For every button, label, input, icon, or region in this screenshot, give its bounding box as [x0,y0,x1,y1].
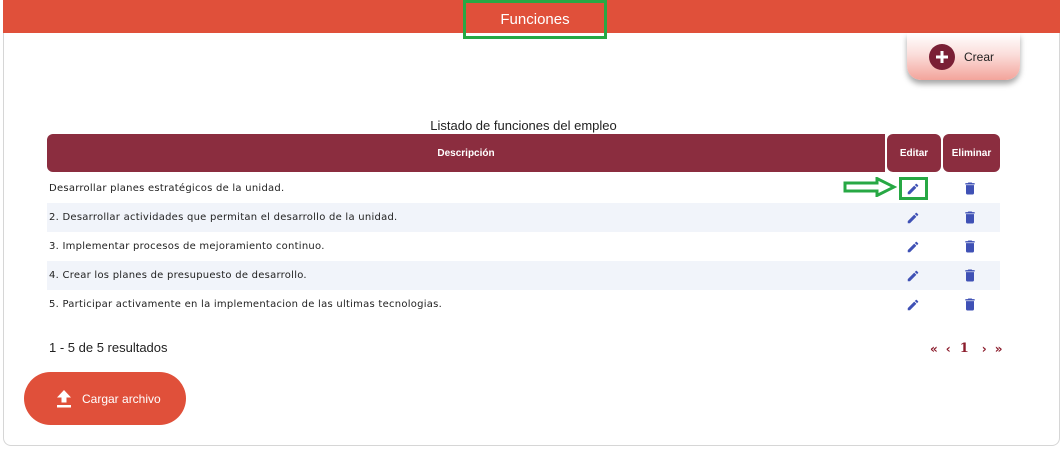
delete-cell [941,232,998,261]
arrow-right-icon [843,176,898,202]
edit-cell [885,203,941,232]
upload-file-button[interactable]: Cargar archivo [24,372,186,425]
row-description: 2. Desarrollar actividades que permitan … [49,212,398,223]
column-header-delete: Eliminar [943,134,1000,172]
edit-cell [885,232,941,261]
table-row: 2. Desarrollar actividades que permitan … [47,203,1000,232]
last-page-button[interactable]: » [995,342,1003,356]
header-title-highlight: Funciones [463,0,607,39]
trash-icon[interactable] [962,208,978,227]
pencil-icon[interactable] [906,182,920,196]
delete-cell [941,174,998,203]
upload-icon [56,389,72,408]
create-button-label: Crear [964,49,995,64]
pencil-icon[interactable] [906,211,920,225]
page-title: Funciones [500,11,570,28]
create-button[interactable]: Crear [907,33,1020,80]
trash-icon[interactable] [962,295,978,314]
prev-page-button[interactable]: ‹ [946,342,951,356]
table-row: 3. Implementar procesos de mejoramiento … [47,232,1000,261]
table-row: 5. Participar activamente en la implemen… [47,290,1000,319]
trash-icon[interactable] [962,237,978,256]
column-header-edit: Editar [887,134,941,172]
delete-cell [941,261,998,290]
current-page-number[interactable]: 1 [960,341,969,356]
delete-cell [941,290,998,319]
pencil-icon[interactable] [906,298,920,312]
pencil-icon[interactable] [906,269,920,283]
edit-cell [885,261,941,290]
first-page-button[interactable]: « [930,342,938,356]
table-title: Listado de funciones del empleo [430,118,617,133]
pencil-icon[interactable] [906,240,920,254]
edit-cell [885,290,941,319]
row-description: Desarrollar planes estratégicos de la un… [49,183,285,194]
trash-icon[interactable] [962,266,978,285]
trash-icon[interactable] [962,179,978,198]
column-header-description: Descripción [47,134,885,172]
edit-highlight-box [898,177,928,200]
row-description: 4. Crear los planes de presupuesto de de… [49,270,307,281]
upload-file-label: Cargar archivo [82,391,161,406]
next-page-button[interactable]: › [982,342,987,356]
delete-cell [941,203,998,232]
pagination: « ‹ 1 › » [930,341,1002,356]
row-description: 3. Implementar procesos de mejoramiento … [49,241,325,252]
results-summary: 1 - 5 de 5 resultados [49,340,168,355]
plus-circle-icon [929,43,955,70]
table-row: 4. Crear los planes de presupuesto de de… [47,261,1000,290]
row-description: 5. Participar activamente en la implemen… [49,299,442,310]
